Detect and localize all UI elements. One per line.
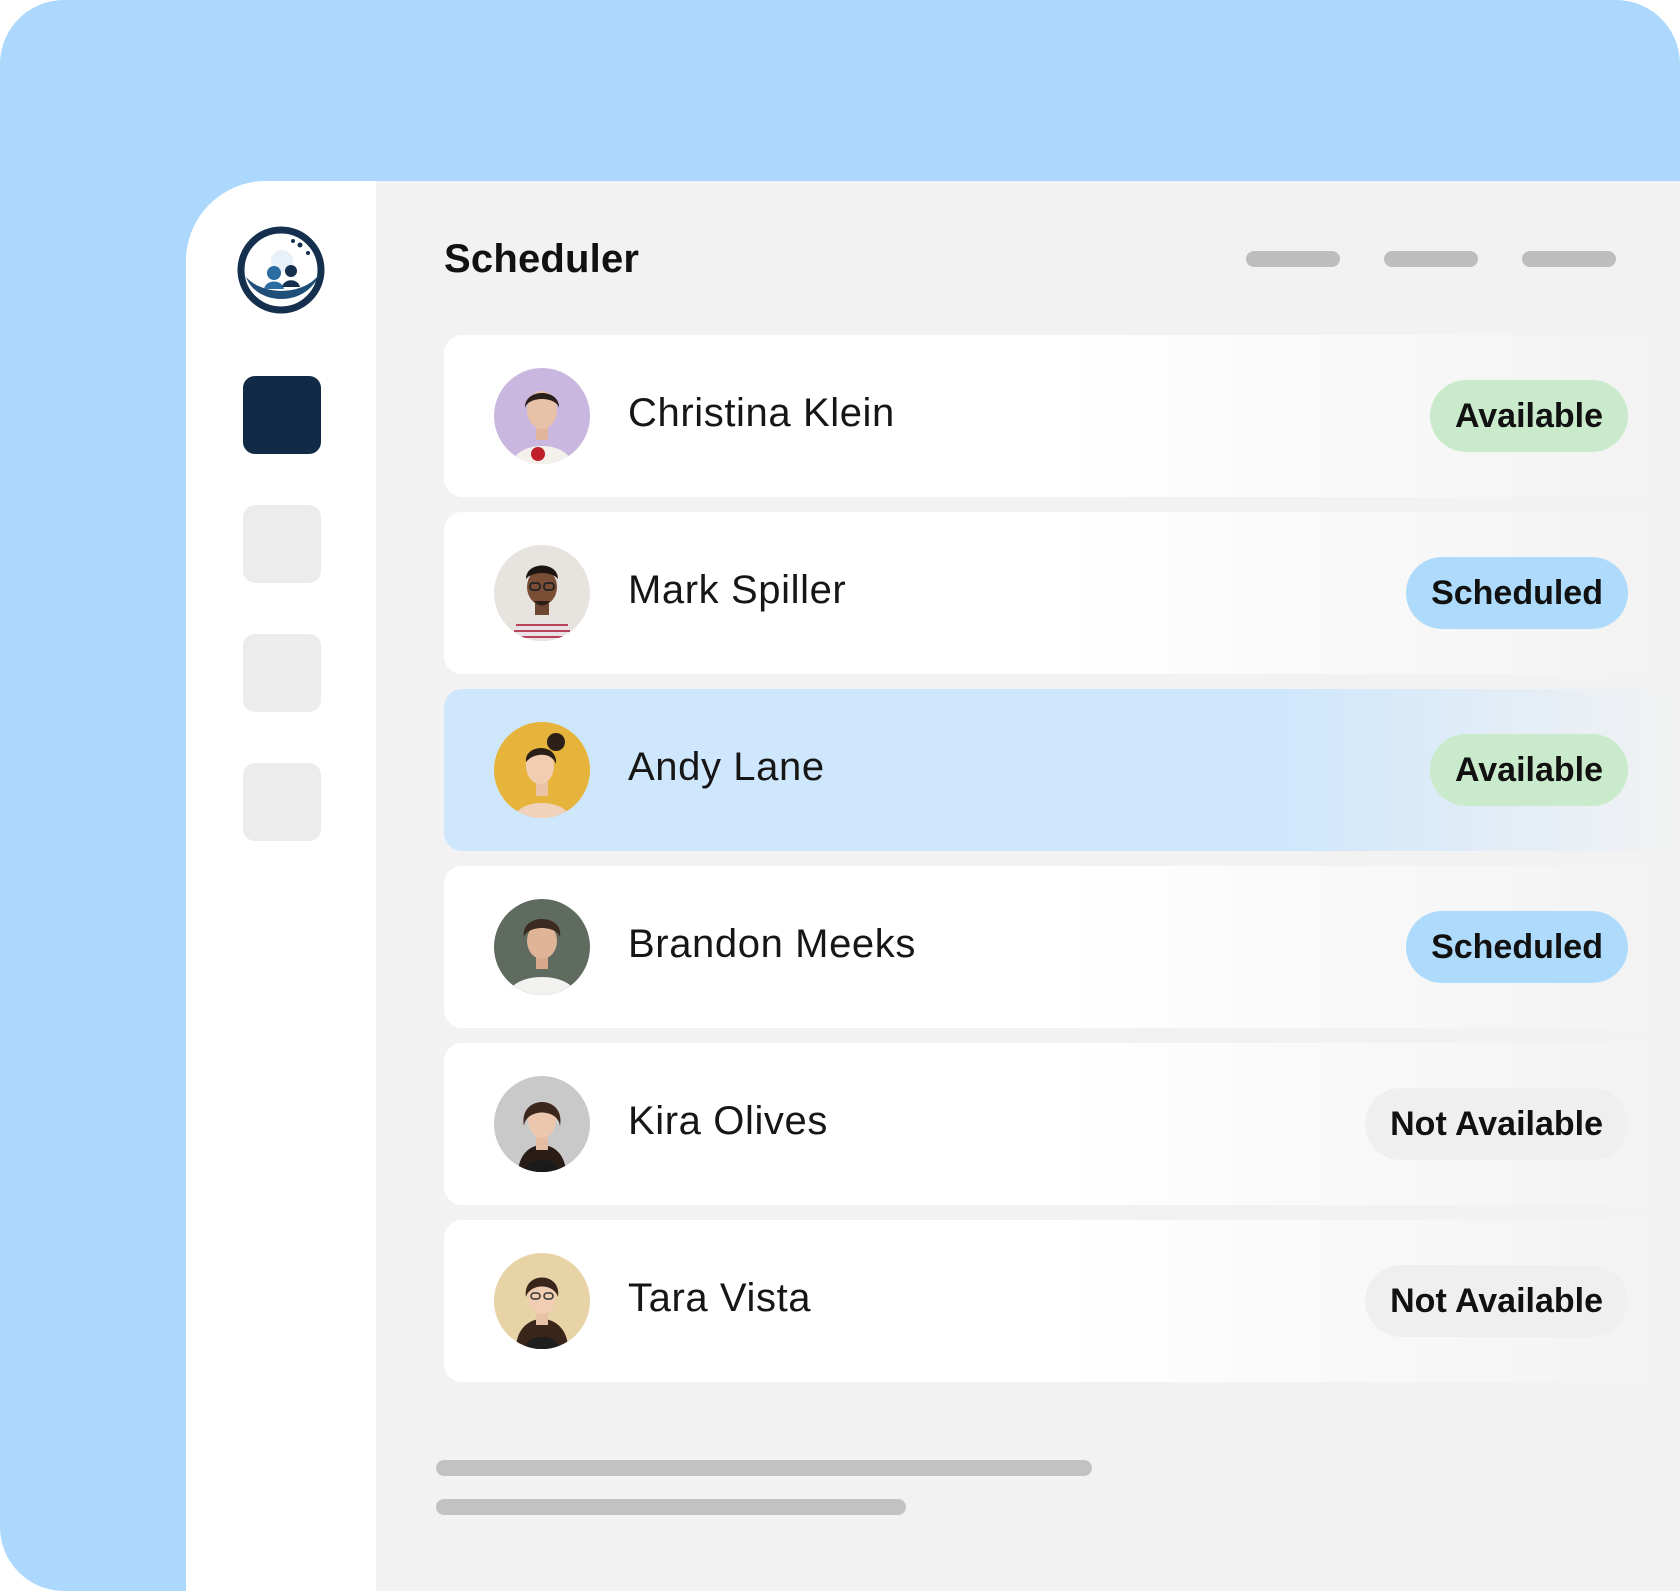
footer-placeholder-line-2 xyxy=(436,1499,906,1515)
person-name: Christina Klein xyxy=(628,391,895,435)
person-name: Kira Olives xyxy=(628,1099,828,1143)
person-row[interactable]: Kira Olives Not Available xyxy=(444,1043,1680,1205)
sidebar-item-1[interactable] xyxy=(243,376,321,454)
status-badge: Not Available xyxy=(1365,1088,1628,1160)
avatar xyxy=(494,545,590,641)
sidebar-item-4[interactable] xyxy=(243,763,321,841)
person-name: Mark Spiller xyxy=(628,568,847,612)
person-row-selected[interactable]: Andy Lane Available xyxy=(444,689,1680,851)
person-name: Andy Lane xyxy=(628,745,825,789)
app-window: Scheduler Christina Klein Available Mark… xyxy=(186,181,1680,1591)
header-menu-3[interactable] xyxy=(1522,251,1616,267)
status-badge: Scheduled xyxy=(1406,911,1628,983)
avatar xyxy=(494,368,590,464)
person-name: Tara Vista xyxy=(628,1276,812,1320)
status-badge: Available xyxy=(1429,380,1628,452)
sidebar-item-3[interactable] xyxy=(243,634,321,712)
header-menu-2[interactable] xyxy=(1384,251,1478,267)
avatar xyxy=(494,1253,590,1349)
status-badge: Scheduled xyxy=(1406,557,1628,629)
person-row[interactable]: Tara Vista Not Available xyxy=(444,1220,1680,1382)
sidebar xyxy=(186,181,376,1591)
person-row[interactable]: Brandon Meeks Scheduled xyxy=(444,866,1680,1028)
person-row[interactable]: Christina Klein Available xyxy=(444,335,1680,497)
avatar xyxy=(494,1076,590,1172)
avatar xyxy=(494,899,590,995)
avatar xyxy=(494,722,590,818)
footer-placeholder-line-1 xyxy=(436,1460,1092,1476)
sidebar-item-2[interactable] xyxy=(243,505,321,583)
person-row[interactable]: Mark Spiller Scheduled xyxy=(444,512,1680,674)
app-logo-icon[interactable] xyxy=(236,225,326,315)
status-badge: Available xyxy=(1429,734,1628,806)
status-badge: Not Available xyxy=(1365,1265,1628,1337)
page-frame: Scheduler Christina Klein Available Mark… xyxy=(0,0,1680,1591)
page-title: Scheduler xyxy=(444,237,640,281)
header-menu-1[interactable] xyxy=(1246,251,1340,267)
people-list: Christina Klein Available Mark Spiller S… xyxy=(444,335,1680,1397)
person-name: Brandon Meeks xyxy=(628,922,916,966)
